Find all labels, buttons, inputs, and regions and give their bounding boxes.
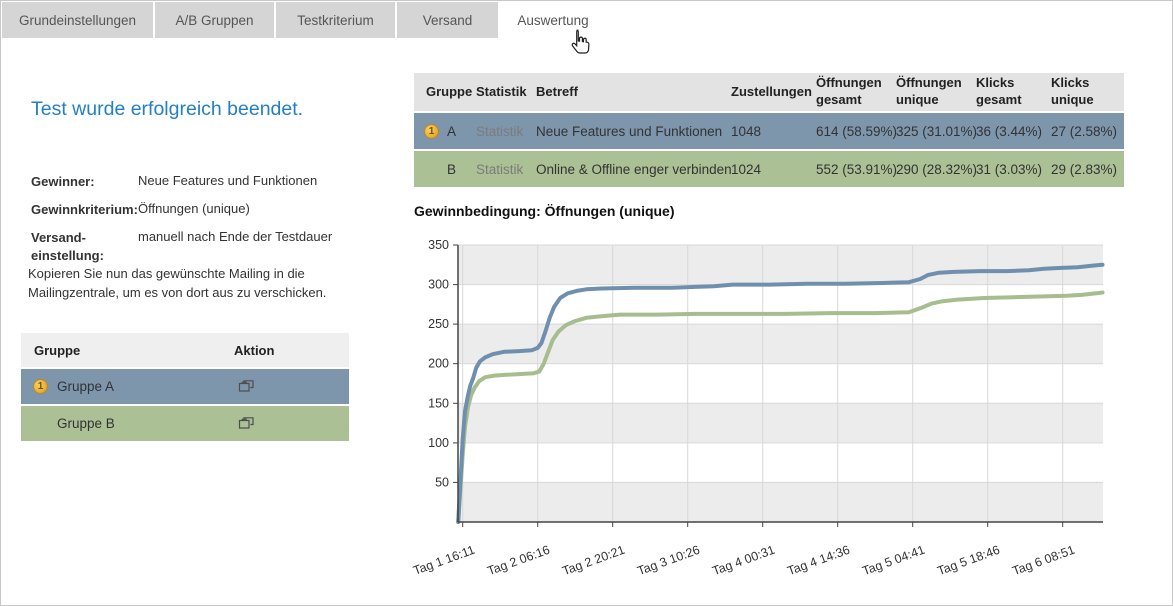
results-table-header: Gruppe Statistik Betreff Zustellungen Öf… [414, 73, 1124, 111]
col-statistik: Statistik [476, 73, 532, 111]
svg-text:Tag 1 16:11: Tag 1 16:11 [411, 543, 476, 578]
tab-auswertung[interactable]: Auswertung [500, 2, 606, 38]
svg-text:Tag 4 00:31: Tag 4 00:31 [711, 543, 777, 579]
group-letter: B [447, 151, 456, 187]
win-condition-chart: Gewinnbedingung: Öffnungen (unique) 5010… [400, 196, 1141, 586]
col-oeffnungen-unique: Öffnungenunique [896, 73, 972, 111]
statistik-link-a[interactable]: Statistik [476, 124, 523, 139]
success-heading: Test wurde erfolgreich beendet. [31, 98, 303, 121]
klicks-gesamt-cell: 31 (3.03%) [976, 151, 1042, 187]
win-criterion-label: Gewinnkriterium: [31, 201, 135, 219]
group-b-row: Gruppe B [21, 406, 349, 441]
col-betreff: Betreff [536, 73, 726, 111]
groups-table: Gruppe Aktion 1 Gruppe A Gruppe B [21, 333, 349, 441]
copy-icon[interactable] [236, 415, 256, 433]
svg-text:100: 100 [428, 436, 449, 450]
svg-text:250: 250 [428, 317, 449, 331]
send-setting-label: Versand-einstellung: [31, 229, 135, 264]
send-setting-value: manuell nach Ende der Testdauer [138, 229, 332, 244]
oeffnungen-unique-cell: 325 (31.01%) [896, 113, 977, 149]
tab-bar: Grundeinstellungen A/B Gruppen Testkrite… [1, 1, 1172, 38]
klicks-unique-cell: 27 (2.58%) [1051, 113, 1117, 149]
tab-label: Auswertung [517, 13, 588, 28]
oeffnungen-gesamt-cell: 614 (58.59%) [816, 113, 897, 149]
svg-text:200: 200 [428, 357, 449, 371]
group-a-row: 1 Gruppe A [21, 369, 349, 404]
svg-text:Tag 5 04:41: Tag 5 04:41 [861, 543, 927, 579]
svg-text:Tag 2 06:16: Tag 2 06:16 [486, 543, 552, 579]
tab-label: A/B Gruppen [175, 13, 253, 28]
svg-text:350: 350 [428, 238, 449, 252]
group-a-name: Gruppe A [57, 369, 114, 404]
group-b-name: Gruppe B [57, 406, 115, 441]
group-letter: A [447, 113, 456, 149]
col-gruppe: Gruppe [426, 73, 472, 111]
tab-label: Versand [423, 13, 473, 28]
tab-versand[interactable]: Versand [397, 2, 498, 38]
winner-medal-icon: 1 [33, 369, 48, 404]
copy-icon[interactable] [236, 378, 256, 396]
copy-instruction-note: Kopieren Sie nun das gewünschte Mailing … [28, 265, 364, 303]
tab-ab-gruppen[interactable]: A/B Gruppen [155, 2, 274, 38]
results-row-a: 1 A Statistik Neue Features und Funktion… [414, 113, 1124, 149]
zustellungen-cell: 1048 [731, 113, 761, 149]
copy-group-a-button[interactable] [236, 369, 256, 404]
groups-header-aktion: Aktion [234, 333, 274, 367]
groups-table-header: Gruppe Aktion [21, 333, 349, 367]
betreff-cell: Online & Offline enger verbinden [536, 151, 732, 187]
statistik-link: Statistik [476, 151, 523, 187]
col-klicks-gesamt: Klicksgesamt [976, 73, 1046, 111]
tab-testkriterium[interactable]: Testkriterium [276, 2, 395, 38]
results-row-b: B Statistik Online & Offline enger verbi… [414, 151, 1124, 187]
winner-label: Gewinner: [31, 173, 135, 191]
winner-medal-icon: 1 [424, 113, 439, 149]
tab-label: Testkriterium [297, 13, 374, 28]
col-klicks-unique: Klicksunique [1051, 73, 1119, 111]
betreff-cell: Neue Features und Funktionen [536, 113, 722, 149]
svg-text:Tag 2 20:21: Tag 2 20:21 [561, 543, 627, 579]
klicks-unique-cell: 29 (2.83%) [1051, 151, 1117, 187]
svg-text:300: 300 [428, 278, 449, 292]
tab-label: Grundeinstellungen [19, 13, 136, 28]
svg-text:Tag 3 10:26: Tag 3 10:26 [636, 543, 702, 579]
svg-text:150: 150 [428, 396, 449, 410]
svg-text:50: 50 [435, 475, 449, 489]
col-zustellungen: Zustellungen [731, 73, 816, 111]
win-criterion-value: Öffnungen (unique) [138, 201, 250, 216]
col-oeffnungen-gesamt: Öffnungengesamt [816, 73, 892, 111]
copy-group-b-button[interactable] [236, 406, 256, 441]
klicks-gesamt-cell: 36 (3.44%) [976, 113, 1042, 149]
tab-grundeinstellungen[interactable]: Grundeinstellungen [2, 2, 153, 38]
groups-header-gruppe: Gruppe [34, 333, 80, 367]
results-table: Gruppe Statistik Betreff Zustellungen Öf… [414, 73, 1124, 187]
zustellungen-cell: 1024 [731, 151, 761, 187]
oeffnungen-gesamt-cell: 552 (53.91%) [816, 151, 897, 187]
svg-text:Tag 6 08:51: Tag 6 08:51 [1011, 543, 1077, 579]
svg-text:Tag 4 14:36: Tag 4 14:36 [786, 543, 852, 579]
oeffnungen-unique-cell: 290 (28.32%) [896, 151, 977, 187]
ab-test-evaluation-window: Grundeinstellungen A/B Gruppen Testkrite… [0, 0, 1173, 606]
statistik-link-b[interactable]: Statistik [476, 162, 523, 177]
svg-text:Tag 5 18:46: Tag 5 18:46 [936, 543, 1002, 579]
line-chart: 50 100 150 200 250 300 350 Tag 1 16:11 Tag 2 06:… [400, 196, 1141, 586]
statistik-link: Statistik [476, 113, 523, 149]
winner-value: Neue Features und Funktionen [138, 173, 317, 188]
